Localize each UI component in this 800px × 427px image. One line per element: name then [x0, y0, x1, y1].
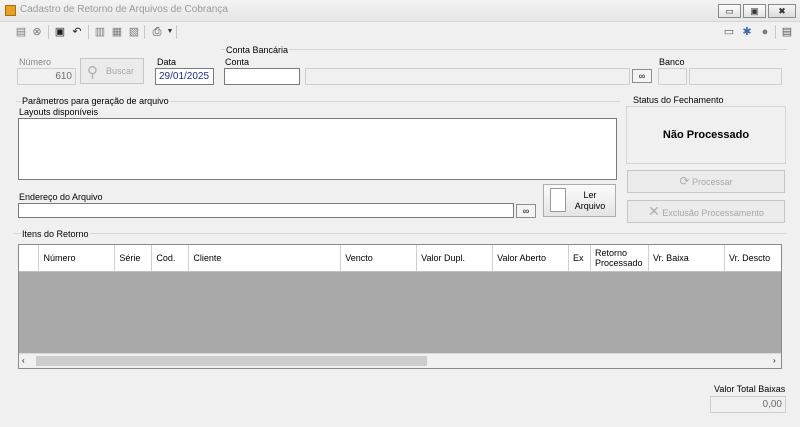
data-field[interactable]: 29/01/2025 — [155, 68, 214, 85]
column-header[interactable]: Ex — [568, 245, 592, 272]
scroll-left-icon[interactable]: ‹ — [22, 356, 25, 365]
banco-name-field — [689, 68, 782, 85]
scrollbar-thumb[interactable] — [36, 356, 427, 366]
ler-arquivo-label: Ler Arquivo — [574, 190, 606, 211]
endereco-browse-button[interactable]: ∞ — [516, 204, 536, 218]
itens-label: Itens do Retorno — [21, 229, 90, 239]
horizontal-scrollbar[interactable]: ‹ › — [19, 353, 781, 368]
numero-field: 610 — [17, 68, 76, 85]
total-field: 0,00 — [710, 396, 786, 413]
column-header[interactable]: Retorno Processado — [590, 245, 650, 272]
processar-label: Processar — [692, 177, 733, 187]
endereco-label: Endereço do Arquivo — [19, 192, 103, 202]
column-header[interactable]: Cod. — [151, 245, 190, 272]
toolbar-separator — [144, 25, 145, 39]
conta-label: Conta — [225, 57, 250, 67]
process-icon: ⟳ — [679, 174, 690, 188]
status-value: Não Processado — [626, 106, 786, 164]
column-header[interactable]: Vr. Baixa — [648, 245, 725, 272]
panel-icon[interactable]: ▤ — [780, 25, 794, 39]
toolbar-separator — [88, 25, 89, 39]
exclusao-button: ✕ Exclusão Processamento — [627, 200, 785, 223]
toolbar-separator — [176, 25, 177, 39]
window-title: Cadastro de Retorno de Arquivos de Cobra… — [20, 4, 228, 15]
conta-bancaria-label: Conta Bancária — [225, 45, 290, 55]
close-button[interactable]: ✖ — [768, 4, 796, 18]
buscar-button: ⚲ Buscar — [80, 58, 144, 84]
row-selector-header — [19, 245, 40, 272]
cancel-icon[interactable]: ⊗ — [30, 25, 44, 39]
chevron-down-icon[interactable]: ▼ — [163, 25, 177, 39]
endereco-field[interactable] — [18, 203, 514, 218]
conta-description-field — [305, 68, 630, 85]
save-icon[interactable]: ▣ — [53, 25, 67, 39]
user-icon[interactable]: ● — [758, 25, 772, 39]
column-header[interactable]: Vencto — [340, 245, 418, 272]
banco-label: Banco — [659, 57, 685, 67]
print-icon[interactable]: ⎙ — [150, 25, 164, 39]
binoculars-icon: ∞ — [638, 71, 646, 81]
window-icon[interactable]: ▭ — [722, 25, 736, 39]
settings-icon[interactable]: ✱ — [740, 25, 754, 39]
undo-icon[interactable]: ↶ — [70, 25, 84, 39]
cut-icon[interactable]: ▦ — [110, 25, 124, 39]
scroll-right-icon[interactable]: › — [773, 356, 776, 365]
column-header[interactable]: Número — [38, 245, 116, 272]
buscar-label: Buscar — [105, 66, 134, 76]
column-header[interactable]: Vr. Descto — [724, 245, 781, 272]
itens-grid[interactable]: Número Série Cod. Cliente Vencto Valor D… — [18, 244, 782, 369]
column-header[interactable]: Valor Dupl. — [416, 245, 494, 272]
ler-arquivo-button[interactable]: Ler Arquivo — [543, 184, 616, 217]
app-icon — [5, 5, 16, 16]
minimize-button[interactable]: ▭ — [718, 4, 741, 18]
new-icon[interactable]: ▤ — [14, 25, 28, 39]
table-header-row: Número Série Cod. Cliente Vencto Valor D… — [19, 245, 781, 272]
exclusao-label: Exclusão Processamento — [662, 208, 764, 218]
copy-icon[interactable]: ▥ — [93, 25, 107, 39]
maximize-button[interactable]: ▣ — [743, 4, 766, 18]
parametros-label: Parâmetros para geração de arquivo — [21, 96, 170, 106]
binoculars-icon: ∞ — [522, 206, 530, 216]
conta-field[interactable] — [224, 68, 300, 85]
column-header[interactable]: Série — [114, 245, 153, 272]
paste-icon[interactable]: ▧ — [127, 25, 141, 39]
toolbar-separator — [48, 25, 49, 39]
layouts-label: Layouts disponíveis — [19, 107, 99, 117]
processar-button: ⟳ Processar — [627, 170, 785, 193]
document-icon — [550, 188, 566, 212]
itens-table: Número Série Cod. Cliente Vencto Valor D… — [19, 245, 781, 272]
data-label: Data — [157, 57, 177, 67]
column-header[interactable]: Cliente — [188, 245, 342, 272]
numero-label: Número — [19, 57, 52, 67]
conta-search-button[interactable]: ∞ — [632, 69, 652, 83]
search-icon: ⚲ — [87, 64, 98, 81]
total-label: Valor Total Baixas — [714, 384, 786, 394]
delete-x-icon: ✕ — [648, 203, 660, 219]
column-header[interactable]: Valor Aberto — [492, 245, 570, 272]
banco-code-field — [658, 68, 687, 85]
layouts-list[interactable] — [18, 118, 617, 180]
toolbar-separator — [775, 25, 776, 39]
status-group-label: Status do Fechamento — [633, 95, 724, 105]
